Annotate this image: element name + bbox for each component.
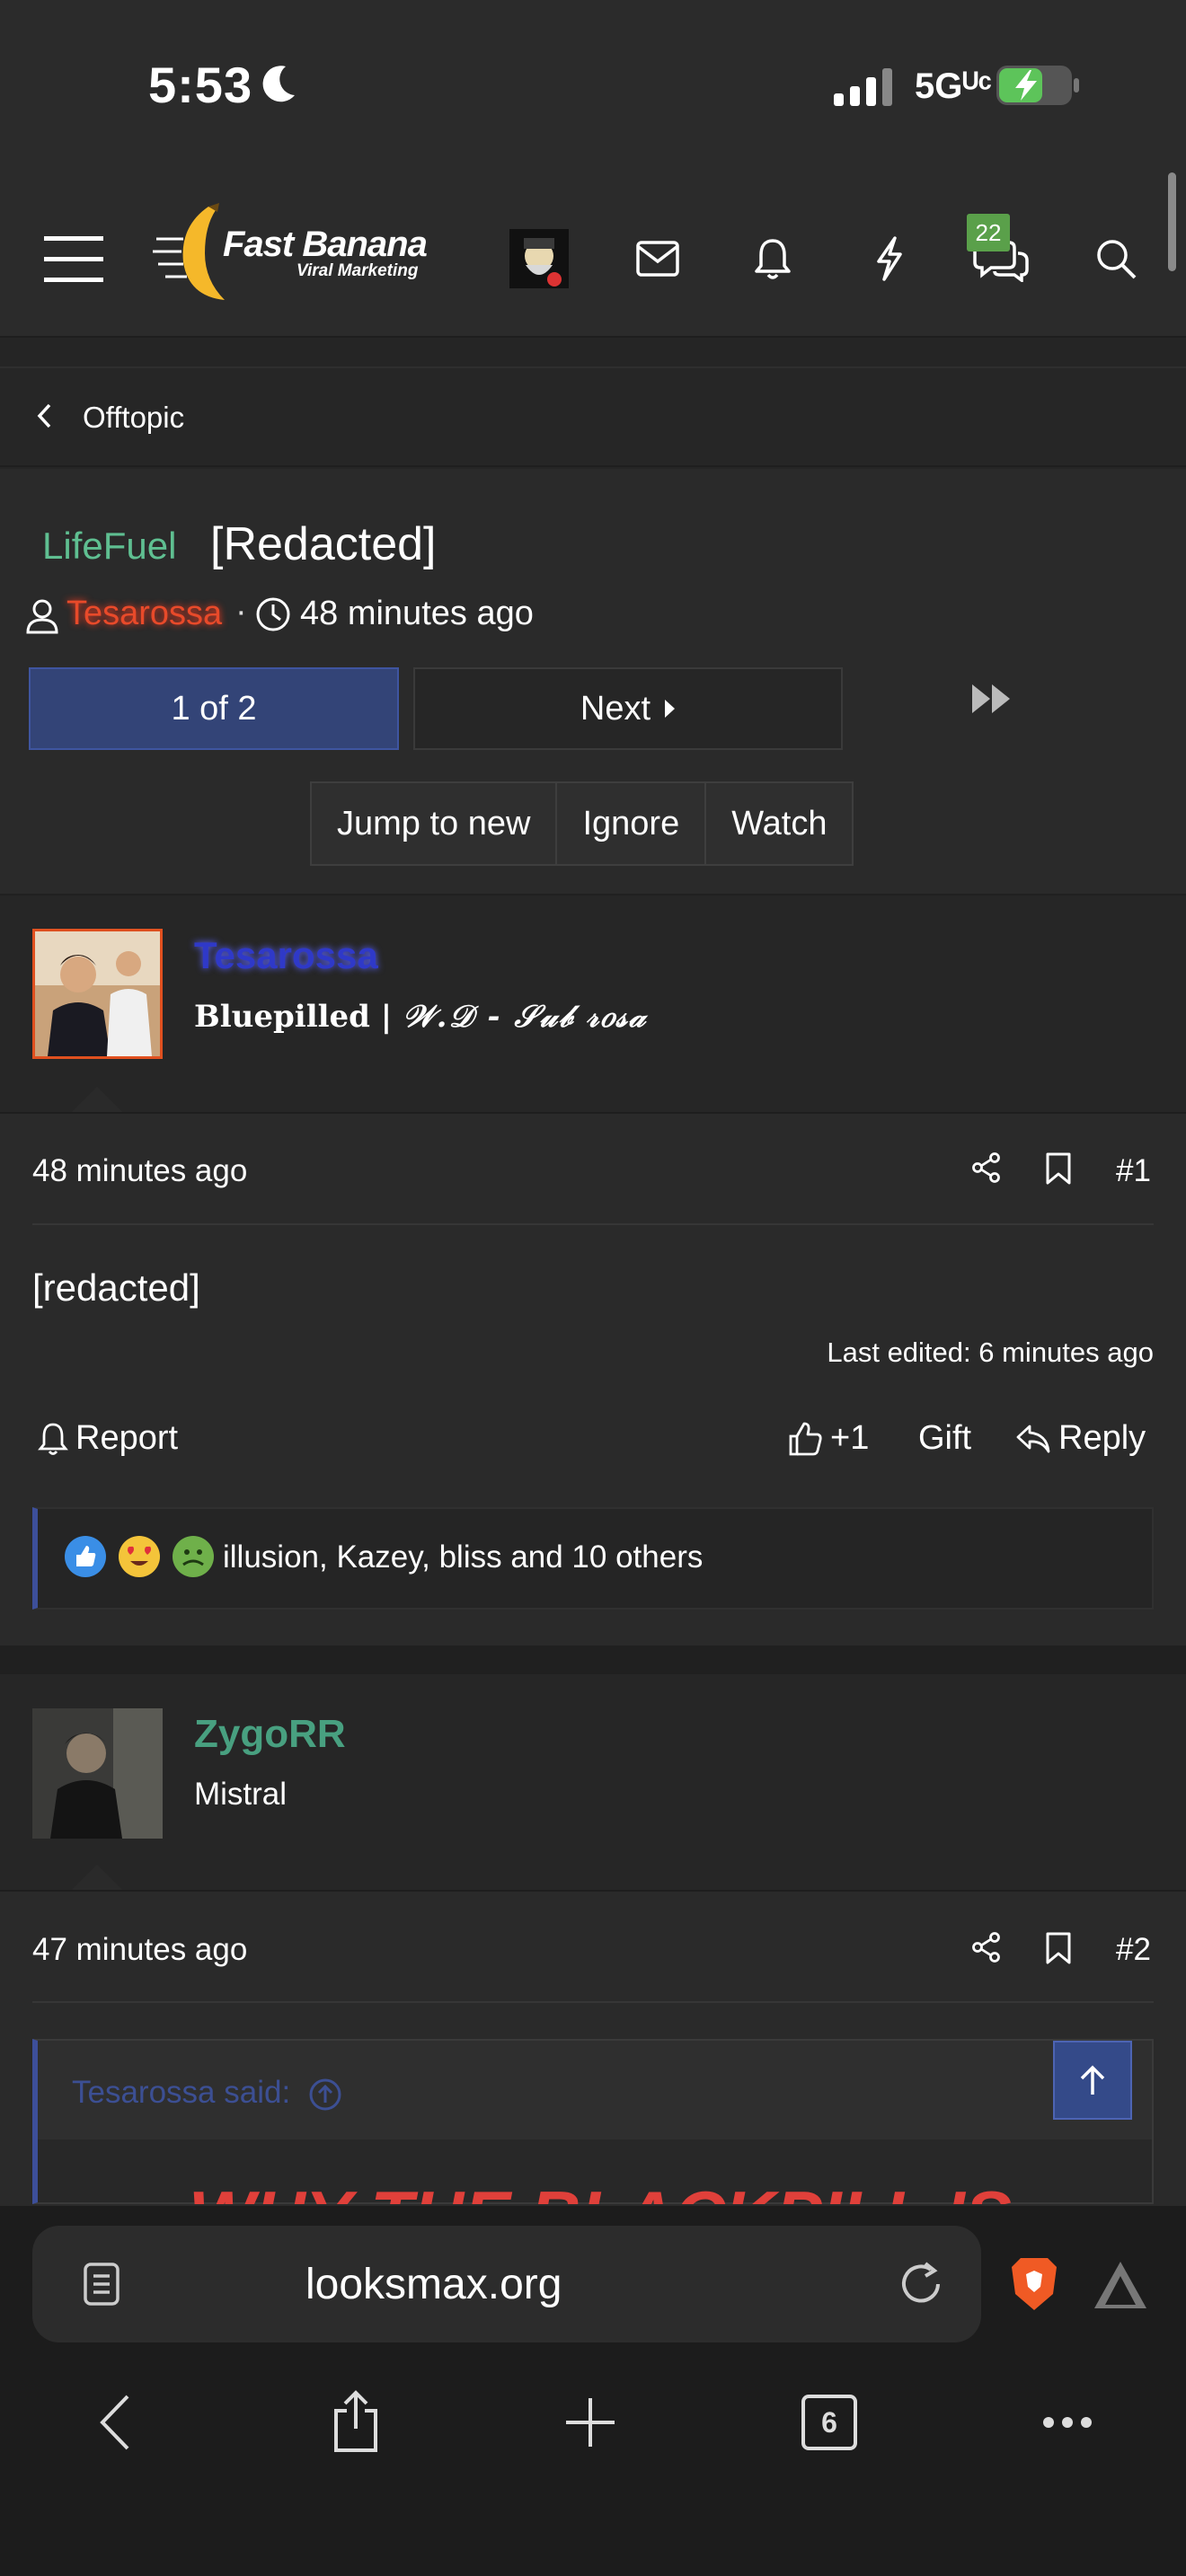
post-username[interactable]: ZygoRR: [194, 1712, 346, 1757]
post-username[interactable]: Tesarossa: [194, 934, 378, 977]
post-gap: [0, 1645, 1186, 1674]
arrow-up-circle-icon: [308, 2078, 342, 2112]
user-title: Bluepilled | 𝒲.𝒟 - 𝒮𝓊𝒷 𝓇𝑜𝓈𝒶: [194, 999, 647, 1035]
tab-count: 6: [821, 2405, 837, 2439]
post-time[interactable]: 47 minutes ago: [32, 1932, 247, 1968]
battery-icon: [996, 65, 1080, 106]
divider: [32, 1223, 1154, 1225]
post-time[interactable]: 48 minutes ago: [32, 1153, 247, 1189]
user-signature: 𝒲.𝒟 - 𝒮𝓊𝒷 𝓇𝑜𝓈𝒶: [402, 999, 648, 1035]
last-edited: Last edited: 6 minutes ago: [827, 1337, 1154, 1368]
brand-tagline: Viral Marketing: [296, 261, 419, 280]
watch-button[interactable]: Watch: [706, 783, 852, 864]
page-current-label: 1 of 2: [171, 689, 257, 728]
user-panel-caret: [72, 1865, 122, 1890]
avatar[interactable]: [32, 929, 163, 1059]
user-avatar-icon[interactable]: [503, 223, 575, 295]
reactions-summary[interactable]: illusion, Kazey, bliss and 10 others: [223, 1539, 703, 1575]
ignore-button[interactable]: Ignore: [557, 783, 707, 864]
thumbs-up-icon: [787, 1421, 823, 1457]
tab-switcher-button[interactable]: 6: [801, 2395, 857, 2450]
post-user-panel: [0, 1674, 1186, 1890]
caret-right-icon: [663, 699, 676, 719]
status-time: 5:53: [148, 57, 253, 113]
clock-icon: [255, 596, 291, 632]
inbox-icon[interactable]: [622, 223, 694, 295]
chevron-left-icon[interactable]: [36, 402, 52, 429]
more-icon[interactable]: [1042, 2416, 1093, 2429]
lightning-icon[interactable]: [854, 223, 925, 295]
bookmark-icon[interactable]: [1045, 1151, 1072, 1186]
post-content: [redacted]: [32, 1266, 200, 1309]
page-current-button[interactable]: 1 of 2: [29, 667, 399, 750]
reply-button[interactable]: Reply: [1015, 1419, 1146, 1458]
brave-shield-icon[interactable]: [1008, 2254, 1060, 2314]
gift-button[interactable]: Gift: [918, 1419, 971, 1458]
meta-separator: ·: [235, 593, 247, 631]
user-title-text: Bluepilled |: [194, 999, 403, 1035]
rewards-triangle-icon[interactable]: [1093, 2260, 1148, 2310]
new-tab-icon[interactable]: [564, 2396, 616, 2448]
like-button[interactable]: +1: [787, 1419, 869, 1458]
quote-author-link[interactable]: Tesarossa said:: [72, 2075, 342, 2112]
thread-actions: Jump to new Ignore Watch: [310, 781, 854, 866]
gift-label: Gift: [918, 1419, 972, 1457]
reply-label: Reply: [1058, 1419, 1146, 1457]
divider: [32, 2001, 1154, 2003]
share-icon[interactable]: [970, 1151, 1003, 1184]
last-page-icon[interactable]: [970, 683, 1042, 737]
network-label: 5Gᵁᶜ: [915, 66, 992, 106]
share-icon[interactable]: [970, 1931, 1003, 1963]
moon-icon: [259, 63, 298, 106]
arrow-up-icon: [1075, 2062, 1111, 2098]
breadcrumb-label[interactable]: Offtopic: [83, 401, 184, 435]
bell-icon[interactable]: [737, 223, 809, 295]
like-reaction-icon: [65, 1536, 106, 1577]
sick-reaction-icon: [173, 1536, 214, 1577]
avatar[interactable]: [32, 1708, 163, 1839]
url-text[interactable]: looksmax.org: [305, 2260, 562, 2309]
bell-icon: [38, 1422, 68, 1456]
jump-to-new-button[interactable]: Jump to new: [312, 783, 558, 864]
conversations-badge: 22: [967, 214, 1010, 251]
scroll-to-top-button[interactable]: [1053, 2041, 1132, 2120]
user-panel-caret: [72, 1087, 122, 1112]
report-button[interactable]: Report: [38, 1419, 178, 1458]
like-label: +1: [830, 1419, 870, 1457]
post-number[interactable]: #1: [1116, 1153, 1151, 1189]
thread-author-link[interactable]: Tesarossa: [66, 595, 222, 633]
reply-icon: [1015, 1424, 1051, 1454]
next-page-button[interactable]: Next: [413, 667, 843, 750]
reader-mode-icon[interactable]: [83, 2262, 120, 2307]
menu-icon[interactable]: [38, 223, 110, 295]
user-title: Mistral: [194, 1777, 288, 1812]
post-number[interactable]: #2: [1116, 1932, 1151, 1968]
bookmark-icon[interactable]: [1045, 1931, 1072, 1965]
next-label: Next: [580, 689, 651, 728]
user-icon: [25, 598, 59, 634]
brand-name: Fast Banana: [223, 225, 428, 264]
search-icon[interactable]: [1080, 223, 1152, 295]
report-label: Report: [75, 1419, 179, 1457]
heart-eyes-reaction-icon: [119, 1536, 160, 1577]
back-icon[interactable]: [97, 2393, 133, 2452]
signal-icon: [834, 68, 893, 106]
thread-prefix[interactable]: LifeFuel: [42, 525, 176, 568]
page-title: [Redacted]: [210, 518, 437, 570]
reload-icon[interactable]: [897, 2260, 945, 2308]
scrollbar-thumb[interactable]: [1168, 172, 1176, 271]
share-page-icon[interactable]: [331, 2389, 381, 2454]
quote-author-label: Tesarossa said:: [72, 2075, 291, 2110]
thread-start-time: 48 minutes ago: [300, 595, 534, 632]
